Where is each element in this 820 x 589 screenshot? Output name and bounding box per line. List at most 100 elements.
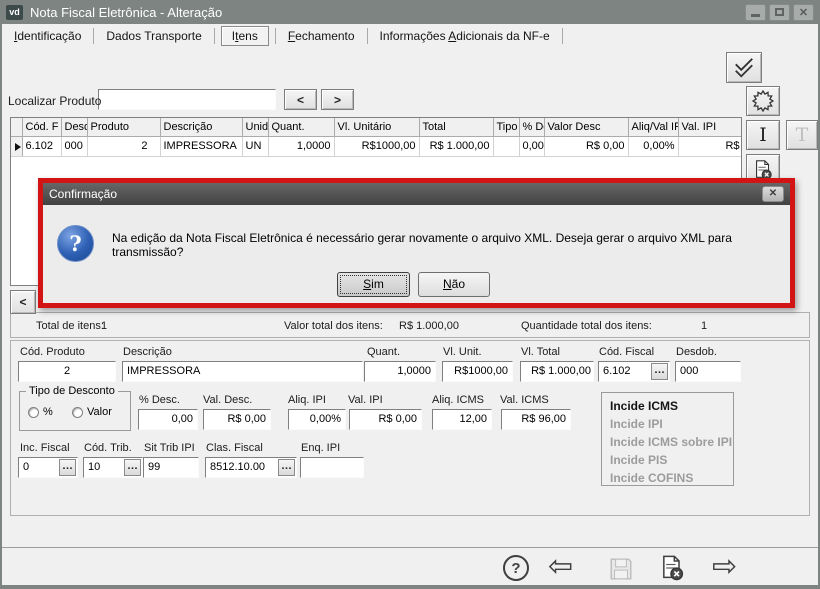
title-bar: vd Nota Fiscal Eletrônica - Alteração ✕: [0, 0, 820, 24]
desdob-label: Desdob.: [676, 346, 717, 358]
close-button[interactable]: ✕: [793, 4, 814, 21]
letter-t-icon: T: [796, 124, 809, 146]
pct-desc-label: % Desc.: [139, 394, 180, 406]
cell-quantidade[interactable]: 1,0000: [268, 136, 334, 156]
val-desc-label: Val. Desc.: [203, 394, 252, 406]
cod-fiscal-field[interactable]: 6.102 …: [598, 361, 670, 382]
cod-trib-field[interactable]: 10 …: [83, 457, 143, 478]
row-selector-cell: [11, 136, 22, 156]
toolbar-divider: [0, 547, 820, 548]
cell-tipo[interactable]: [493, 136, 519, 156]
cell-cod-fiscal[interactable]: 6.102: [22, 136, 61, 156]
grid-col-descricao[interactable]: Descrição: [160, 118, 242, 136]
aliq-icms-field[interactable]: 12,00: [432, 409, 492, 430]
dialog-close-button[interactable]: ✕: [762, 186, 784, 202]
descricao-label: Descrição: [123, 346, 172, 358]
search-input[interactable]: [98, 89, 276, 110]
maximize-icon: [775, 8, 784, 16]
cell-vl-unitario[interactable]: R$1000,00: [334, 136, 419, 156]
previous-item-button[interactable]: <: [284, 89, 317, 110]
cell-val-ipi[interactable]: R$: [678, 136, 742, 156]
grid-col-pct-desconto[interactable]: % De: [519, 118, 544, 136]
grid-col-tipo[interactable]: Tipo: [493, 118, 519, 136]
vl-unit-field[interactable]: R$1000,00: [442, 361, 513, 382]
quant-label: Quant.: [367, 346, 400, 358]
clas-fiscal-field[interactable]: 8512.10.00 …: [205, 457, 297, 478]
descricao-field[interactable]: IMPRESSORA: [122, 361, 363, 382]
grid-col-quantidade[interactable]: Quant.: [268, 118, 334, 136]
enq-ipi-field[interactable]: [300, 457, 364, 478]
back-arrow-icon: ⇦: [548, 550, 573, 583]
help-button[interactable]: ?: [503, 555, 529, 581]
desconto-percent-label: %: [43, 406, 53, 418]
val-desc-field[interactable]: R$ 0,00: [203, 409, 271, 430]
val-icms-field[interactable]: R$ 96,00: [501, 409, 571, 430]
previous-record-button[interactable]: ⇦: [548, 551, 573, 583]
radio-icon[interactable]: [72, 407, 83, 418]
cell-valor-desc[interactable]: R$ 0,00: [544, 136, 628, 156]
cell-unidade[interactable]: UN: [242, 136, 268, 156]
tab-informacoes-adicionais[interactable]: Informações Adicionais da NF-e: [368, 26, 562, 46]
cell-total[interactable]: R$ 1.000,00: [419, 136, 493, 156]
grid-col-total[interactable]: Total: [419, 118, 493, 136]
cell-pct-desconto[interactable]: 0,00: [519, 136, 544, 156]
grid-col-aliq-val-ipi[interactable]: Aliq/Val IP: [628, 118, 678, 136]
double-check-icon: [733, 57, 755, 79]
italic-text-button[interactable]: I: [746, 120, 780, 150]
next-record-button[interactable]: ⇨: [712, 551, 737, 583]
total-value-label: Valor total dos itens:: [284, 320, 383, 332]
cell-aliq-val-ipi[interactable]: 0,00%: [628, 136, 678, 156]
desconto-valor-option[interactable]: Valor: [72, 406, 112, 418]
question-icon: ?: [57, 225, 94, 262]
grid-scroll-left-button[interactable]: <: [10, 290, 36, 314]
desdob-field[interactable]: 000: [675, 361, 741, 382]
tab-itens[interactable]: Itens: [221, 26, 269, 46]
minimize-button[interactable]: [745, 4, 766, 21]
tab-fechamento[interactable]: Fechamento: [276, 26, 367, 46]
desconto-percent-option[interactable]: %: [28, 406, 53, 418]
clas-fiscal-lookup-button[interactable]: …: [278, 459, 295, 476]
grid-col-vl-unitario[interactable]: Vl. Unitário: [334, 118, 419, 136]
cod-produto-label: Cód. Produto: [20, 346, 85, 358]
grid-col-val-ipi[interactable]: Val. IPI: [678, 118, 742, 136]
quant-field[interactable]: 1,0000: [364, 361, 436, 382]
yes-button[interactable]: Sim: [337, 272, 410, 297]
radio-icon[interactable]: [28, 407, 39, 418]
inc-fiscal-field[interactable]: 0 …: [18, 457, 78, 478]
transfer-items-button[interactable]: [726, 52, 762, 83]
tab-dados-transporte[interactable]: Dados Transporte: [94, 26, 213, 46]
close-icon: ✕: [769, 188, 777, 199]
total-qty-value: 1: [701, 320, 707, 332]
cancel-invoice-button[interactable]: [658, 554, 686, 582]
cod-trib-lookup-button[interactable]: …: [124, 459, 141, 476]
seal-button[interactable]: [746, 86, 780, 116]
tab-identificacao[interactable]: Identificação: [2, 26, 93, 46]
clas-fiscal-label: Clas. Fiscal: [206, 442, 263, 454]
cell-produto[interactable]: 2: [87, 136, 160, 156]
val-ipi-label: Val. IPI: [348, 394, 383, 406]
grid-col-cod-fiscal[interactable]: Cód. F: [22, 118, 61, 136]
cell-descricao[interactable]: IMPRESSORA: [160, 136, 242, 156]
next-item-button[interactable]: >: [321, 89, 354, 110]
grid-col-desdobramento[interactable]: Desd: [61, 118, 87, 136]
cod-produto-field[interactable]: 2: [18, 361, 116, 382]
no-button[interactable]: Não: [418, 272, 490, 297]
val-ipi-field[interactable]: R$ 0,00: [349, 409, 422, 430]
sit-trib-ipi-field[interactable]: 99: [143, 457, 199, 478]
inc-fiscal-lookup-button[interactable]: …: [59, 459, 76, 476]
aliq-ipi-field[interactable]: 0,00%: [288, 409, 346, 430]
cod-trib-value: 10: [88, 461, 100, 473]
save-floppy-icon: [608, 556, 634, 582]
cell-desdobramento[interactable]: 000: [61, 136, 87, 156]
table-row[interactable]: 6.102 000 2 IMPRESSORA UN 1,0000 R$1000,…: [11, 136, 742, 156]
tipo-desconto-group: Tipo de Desconto % Valor: [19, 391, 131, 431]
cod-fiscal-lookup-button[interactable]: …: [651, 363, 668, 380]
grid-col-selector: [11, 118, 22, 136]
maximize-button[interactable]: [769, 4, 790, 21]
grid-col-unidade[interactable]: Unid: [242, 118, 268, 136]
pct-desc-field[interactable]: 0,00: [138, 409, 198, 430]
vl-total-field[interactable]: R$ 1.000,00: [520, 361, 594, 382]
window-frame: [0, 585, 820, 589]
grid-col-valor-desc[interactable]: Valor Desc: [544, 118, 628, 136]
grid-col-produto[interactable]: Produto: [87, 118, 160, 136]
